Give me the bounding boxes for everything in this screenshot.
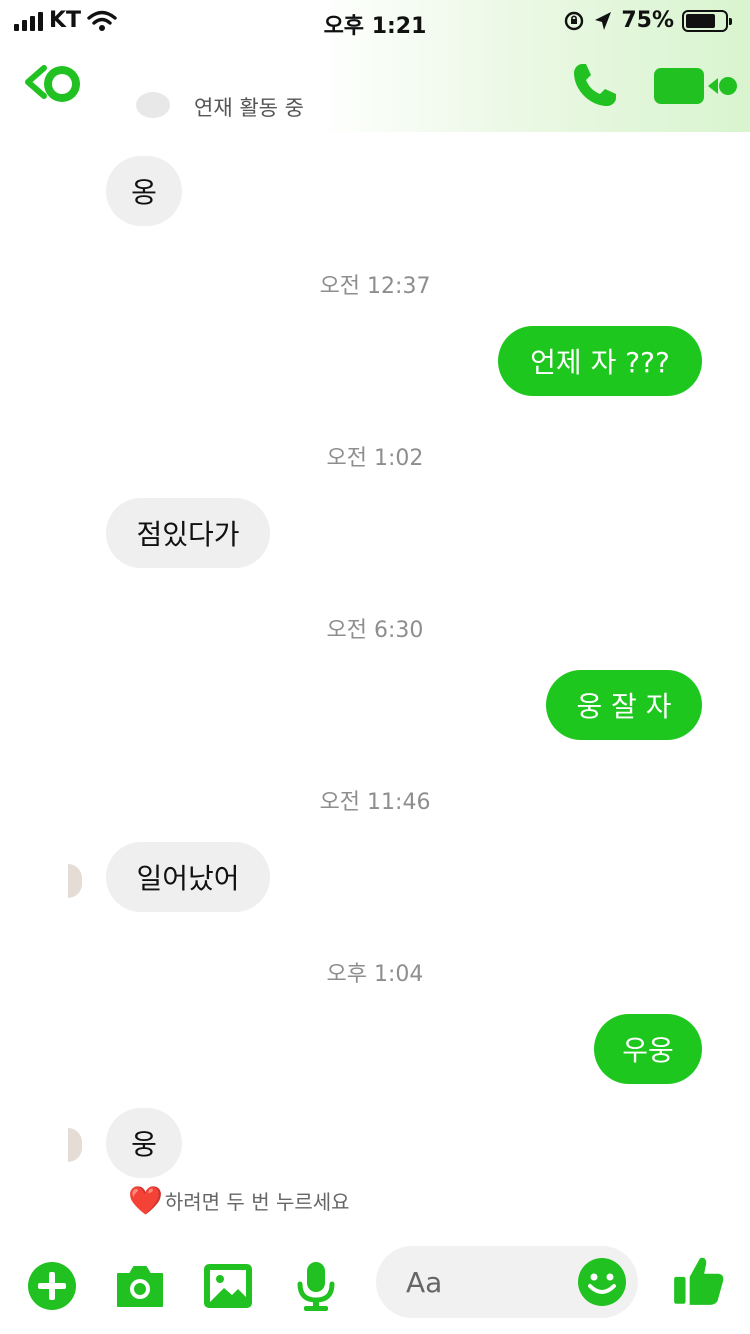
microphone-icon[interactable] (288, 1258, 344, 1314)
message-timestamp: 오전 6:30 (326, 618, 424, 643)
battery-percent: 75% (621, 8, 674, 33)
contact-avatar[interactable] (44, 66, 80, 102)
phone-icon[interactable] (568, 60, 620, 112)
message-incoming[interactable]: 점있다가 (106, 498, 270, 568)
active-status: 연재 활동 중 (194, 96, 304, 120)
location-arrow-icon (595, 11, 612, 30)
reaction-hint-text: 하려면 두 번 누르세요 (164, 1190, 350, 1214)
image-icon[interactable] (200, 1258, 256, 1314)
reaction-hint: ❤️ 하려면 두 번 누르세요 (128, 1186, 350, 1215)
message-timestamp: 오전 1:02 (326, 446, 424, 471)
status-bar-right: 75% (563, 8, 732, 33)
message-incoming[interactable]: 웅 (106, 1108, 182, 1178)
battery-fill (686, 13, 715, 28)
heart-emoji: ❤️ (128, 1183, 163, 1217)
composer-bar (0, 1238, 750, 1334)
message-outgoing[interactable]: 웅 잘 자 (546, 670, 702, 740)
sender-avatar (68, 864, 82, 898)
status-bar: KT 오후 1:21 75% (0, 0, 750, 42)
message-input[interactable] (406, 1258, 566, 1306)
thumbs-up-icon[interactable] (670, 1252, 728, 1310)
message-outgoing[interactable]: 언제 자 ??? (498, 326, 702, 396)
emoji-icon[interactable] (576, 1256, 628, 1308)
message-input-field[interactable] (376, 1246, 638, 1318)
orientation-lock-icon (565, 11, 584, 30)
plus-icon[interactable] (24, 1258, 80, 1314)
contact-avatar-small (136, 92, 170, 118)
sender-avatar (68, 1128, 82, 1162)
battery-icon (682, 9, 732, 32)
message-timestamp: 오후 1:04 (326, 962, 424, 987)
message-incoming[interactable]: 옹 (106, 156, 182, 226)
message-timestamp: 오전 12:37 (319, 274, 431, 299)
message-incoming[interactable]: 일어났어 (106, 842, 270, 912)
message-outgoing[interactable]: 우웅 (594, 1014, 702, 1084)
video-icon[interactable] (652, 66, 738, 106)
message-timestamp: 오전 11:46 (319, 790, 431, 815)
camera-icon[interactable] (112, 1258, 168, 1314)
